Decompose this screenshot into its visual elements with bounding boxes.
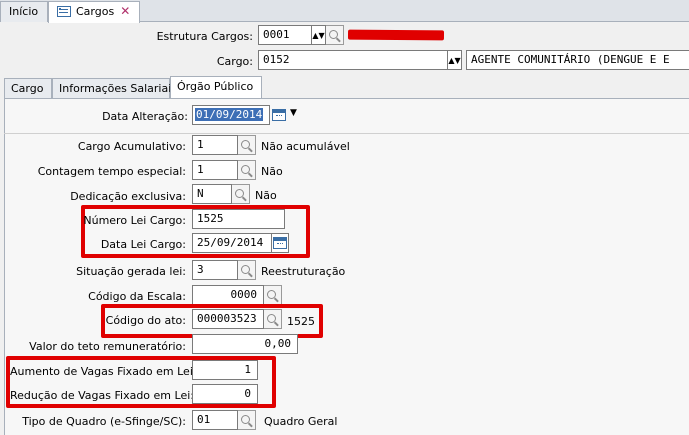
search-icon: [329, 29, 338, 39]
contagem-lookup[interactable]: [238, 160, 256, 180]
updown-arrow-icon: ▲▼: [312, 30, 325, 40]
tipo-quadro-lookup[interactable]: [238, 410, 256, 430]
tipo-quadro-description: Quadro Geral: [264, 415, 338, 428]
cargo-acumulativo-input[interactable]: 1: [192, 135, 238, 155]
search-icon: [241, 164, 250, 174]
search-icon: [267, 313, 276, 323]
situacao-description: Reestruturação: [261, 265, 346, 278]
estrutura-label: Estrutura Cargos:: [156, 30, 253, 43]
situacao-label: Situação gerada lei:: [76, 265, 186, 278]
calendar-icon: [273, 237, 287, 249]
aumento-vagas-input[interactable]: 1: [192, 360, 258, 380]
subtab-info-label: Informações Salariais: [59, 82, 178, 95]
codigo-ato-lookup[interactable]: [264, 309, 282, 329]
cargo-label: Cargo:: [216, 55, 253, 68]
subtab-cargo-label: Cargo: [11, 82, 44, 95]
search-icon: [241, 139, 250, 149]
data-lei-label: Data Lei Cargo:: [100, 238, 186, 251]
estrutura-dropdown[interactable]: ▲▼: [312, 25, 326, 45]
data-lei-calendar-button[interactable]: [272, 233, 289, 253]
tab-cargos[interactable]: Cargos ✕: [48, 1, 140, 23]
estrutura-input[interactable]: 0001: [258, 25, 312, 45]
codigo-ato-description: 1525: [287, 315, 315, 328]
data-alteracao-input[interactable]: 01/09/2014: [192, 105, 270, 125]
codigo-ato-label: Código do ato:: [105, 314, 186, 327]
situacao-input[interactable]: 3: [192, 260, 238, 280]
dedicacao-label: Dedicação exclusiva:: [70, 190, 186, 203]
numero-lei-label: Número Lei Cargo:: [83, 214, 186, 227]
cargo-acumulativo-label: Cargo Acumulativo:: [77, 140, 186, 153]
search-icon: [241, 414, 250, 424]
tipo-quadro-label: Tipo de Quadro (e-Sfinge/SC):: [22, 415, 186, 428]
codigo-escala-input[interactable]: 0000: [192, 285, 264, 305]
cargo-input[interactable]: 0152: [258, 50, 448, 70]
codigo-ato-input[interactable]: 000003523: [192, 309, 264, 329]
cargo-dropdown[interactable]: ▲▼: [448, 50, 462, 70]
aumento-vagas-label: Aumento de Vagas Fixado em Lei:: [10, 365, 197, 378]
dedicacao-lookup[interactable]: [232, 184, 250, 204]
subtab-orgao-publico[interactable]: Órgão Público: [170, 76, 262, 99]
cargo-acumulativo-description: Não acumulável: [261, 140, 350, 153]
reducao-vagas-label: Redução de Vagas Fixado em Lei:: [10, 389, 194, 402]
calendar-icon[interactable]: [272, 109, 286, 121]
situacao-lookup[interactable]: [238, 260, 256, 280]
codigo-escala-label: Código da Escala:: [88, 290, 186, 303]
tipo-quadro-input[interactable]: 01: [192, 410, 238, 430]
search-icon: [241, 264, 250, 274]
search-icon: [267, 289, 276, 299]
contagem-label: Contagem tempo especial:: [37, 165, 186, 178]
close-icon[interactable]: ✕: [120, 5, 130, 17]
dedicacao-description: Não: [255, 189, 277, 202]
codigo-escala-lookup[interactable]: [264, 285, 282, 305]
tab-cargos-label: Cargos: [76, 5, 115, 18]
updown-arrow-icon: ▲▼: [448, 55, 461, 65]
reducao-vagas-input[interactable]: 0: [192, 384, 258, 404]
data-alteracao-label: Data Alteração:: [102, 110, 188, 123]
dedicacao-input[interactable]: N: [192, 184, 232, 204]
tab-inicio[interactable]: Início: [0, 1, 48, 22]
data-alteracao-value: 01/09/2014: [195, 108, 264, 121]
tab-inicio-label: Início: [9, 5, 39, 18]
cargo-acumulativo-lookup[interactable]: [238, 135, 256, 155]
numero-lei-input[interactable]: 1525: [192, 209, 285, 229]
valor-teto-label: Valor do teto remuneratório:: [29, 340, 186, 353]
subtab-orgao-label: Órgão Público: [177, 80, 254, 93]
form-icon: [57, 6, 71, 17]
data-lei-input[interactable]: 25/09/2014: [192, 233, 272, 253]
estrutura-lookup-button[interactable]: [326, 25, 344, 45]
subtab-cargo[interactable]: Cargo: [4, 78, 52, 98]
valor-teto-input[interactable]: 0,00: [192, 334, 298, 354]
search-icon: [235, 188, 244, 198]
contagem-description: Não: [261, 165, 283, 178]
cargo-description-field: AGENTE COMUNITÁRIO (DENGUE E E: [466, 50, 689, 70]
redacted-mark: [347, 29, 445, 41]
subtab-informacoes-salariais[interactable]: Informações Salariais: [52, 78, 177, 98]
dropdown-arrow-icon[interactable]: ▼: [290, 108, 297, 118]
divider: [4, 133, 689, 134]
contagem-input[interactable]: 1: [192, 160, 238, 180]
